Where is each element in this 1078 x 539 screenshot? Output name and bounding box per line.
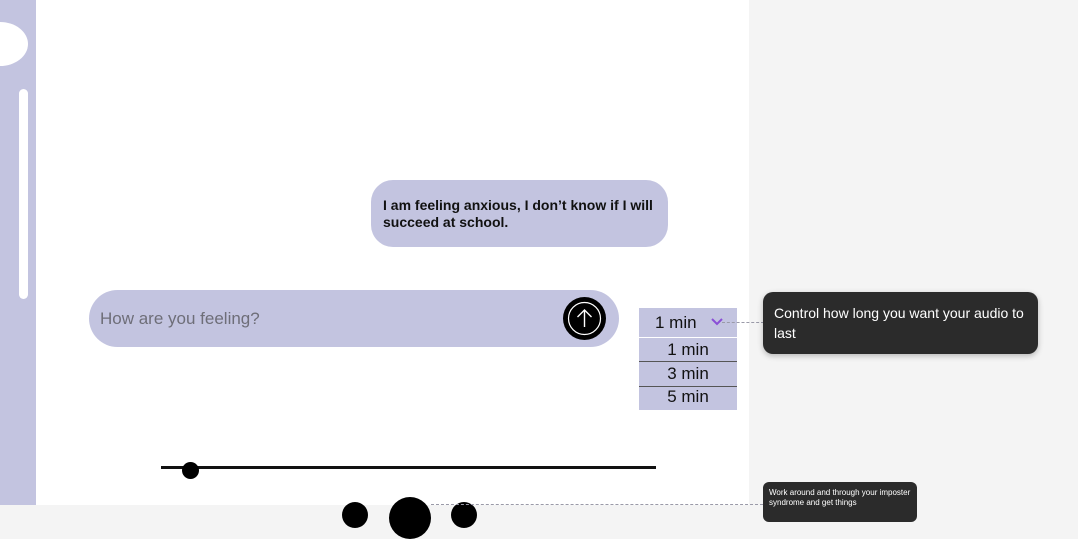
playback-annotation-text: Work around and through your imposter sy… — [769, 488, 911, 507]
sidebar-scrollbar[interactable] — [19, 89, 28, 299]
duration-options-list: 1 min 3 min 5 min — [639, 338, 737, 410]
feeling-input[interactable] — [98, 304, 552, 334]
sidebar-toggle-button[interactable] — [0, 22, 28, 66]
duration-selected: 1 min — [655, 313, 697, 332]
duration-annotation: Control how long you want your audio to … — [763, 292, 1038, 354]
arrow-up-icon — [567, 301, 602, 336]
playback-annotation: Work around and through your imposter sy… — [763, 482, 917, 522]
forward-button[interactable] — [451, 502, 477, 528]
annotation-panel — [749, 0, 1078, 505]
user-message-bubble: I am feeling anxious, I don’t know if I … — [371, 180, 668, 247]
duration-option-3[interactable]: 5 min — [639, 385, 737, 408]
user-message-text: I am feeling anxious, I don’t know if I … — [383, 197, 653, 230]
play-button[interactable] — [389, 497, 431, 539]
send-button[interactable] — [563, 297, 606, 340]
duration-option-1[interactable]: 1 min — [639, 338, 737, 361]
sidebar — [0, 0, 36, 505]
chat-input-bar — [89, 290, 619, 347]
audio-progress-track[interactable] — [161, 466, 656, 469]
duration-callout-line — [722, 322, 764, 323]
main-panel — [36, 0, 749, 505]
duration-option-2[interactable]: 3 min — [639, 362, 737, 385]
duration-annotation-text: Control how long you want your audio to … — [774, 305, 1024, 341]
rewind-button[interactable] — [342, 502, 368, 528]
